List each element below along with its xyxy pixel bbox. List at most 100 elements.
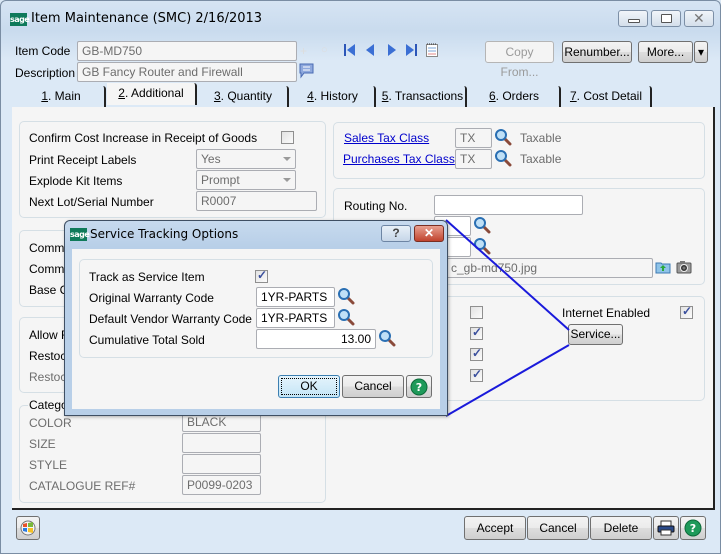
windows-start-button[interactable] — [16, 516, 40, 540]
sales-tax-class-link[interactable]: Sales Tax Class — [344, 131, 429, 145]
tab-history-label: . History — [313, 89, 358, 103]
more-dropdown-button[interactable]: ▾ — [694, 41, 708, 63]
folder-icon — [655, 262, 671, 274]
next-record-icon — [388, 44, 396, 56]
last-record-button[interactable] — [406, 44, 418, 59]
first-record-button[interactable] — [344, 44, 356, 59]
next-record-button[interactable] — [388, 44, 398, 59]
option-checkbox-3[interactable] — [470, 346, 483, 361]
tab-quantity[interactable]: 3. Quantity — [199, 86, 289, 108]
original-warranty-lookup-icon[interactable] — [337, 287, 355, 305]
lookup-icon[interactable] — [473, 237, 491, 255]
print-labels-select[interactable]: Yes — [196, 149, 296, 169]
maximize-button[interactable] — [651, 10, 681, 27]
first-record-icon — [344, 44, 355, 56]
tab-history[interactable]: 4. History — [291, 86, 376, 108]
memo-icon — [299, 63, 314, 79]
original-warranty-input[interactable]: 1YR-PARTS — [256, 287, 335, 307]
cancel-button[interactable]: Cancel — [527, 516, 589, 540]
title-bar[interactable]: sage Item Maintenance (SMC) 2/16/2013 ✕ — [1, 1, 720, 35]
sales-tax-lookup-icon[interactable] — [494, 128, 512, 146]
dialog-help-button[interactable]: ? — [381, 225, 411, 242]
image-file-input[interactable]: c_gb-md750.jpg — [434, 258, 653, 278]
purchases-tax-class-link[interactable]: Purchases Tax Class — [343, 152, 455, 166]
tab-main-label: . Main — [48, 89, 81, 103]
cumulative-sold-label: Cumulative Total Sold — [89, 333, 205, 347]
minimize-icon — [628, 19, 640, 23]
tab-additional-label: . Additional — [124, 86, 184, 100]
category-color-label: COLOR — [29, 416, 72, 430]
svg-text:?: ? — [416, 381, 422, 394]
purchases-tax-lookup-icon[interactable] — [494, 149, 512, 167]
renumber-button[interactable]: Renumber... — [562, 41, 632, 63]
browse-folder-button[interactable] — [655, 260, 671, 277]
explode-kit-label: Explode Kit Items — [29, 174, 123, 188]
service-button[interactable]: Service... — [568, 324, 623, 345]
chevron-down-icon — [283, 157, 291, 161]
internet-enabled-checkbox[interactable] — [680, 304, 693, 319]
dialog-body: Track as Service Item Original Warranty … — [72, 249, 440, 409]
camera-button[interactable] — [676, 260, 692, 277]
ok-label: OK — [300, 379, 318, 393]
help-button[interactable]: ? — [680, 516, 706, 540]
routing-no-input[interactable] — [434, 195, 583, 215]
cumulative-sold-lookup-icon[interactable] — [378, 329, 396, 347]
print-button[interactable] — [653, 516, 679, 540]
option-checkbox-2[interactable] — [470, 325, 483, 340]
help-icon: ? — [684, 519, 702, 537]
sales-tax-description: Taxable — [520, 131, 562, 145]
sales-tax-class-input[interactable]: TX — [455, 128, 492, 148]
track-service-label: Track as Service Item — [89, 270, 205, 284]
copy-from-button[interactable]: Copy From... — [485, 41, 554, 79]
print-labels-label: Print Receipt Labels — [29, 153, 137, 167]
delete-button[interactable]: Delete — [590, 516, 652, 540]
explode-kit-select[interactable]: Prompt — [196, 170, 296, 190]
dialog-cancel-button[interactable]: Cancel — [342, 375, 404, 398]
tab-orders-key: 6 — [488, 89, 496, 103]
tab-history-key: 4 — [307, 89, 314, 103]
memo-button[interactable] — [299, 63, 314, 82]
add-icon[interactable]: + — [300, 44, 307, 58]
notepad-button[interactable] — [426, 43, 438, 60]
tab-orders-label: . Orders — [495, 89, 540, 103]
category-catalogue-input[interactable]: P0099-0203 — [182, 475, 261, 495]
category-style-label: STYLE — [29, 458, 68, 472]
close-window-button[interactable]: ✕ — [684, 10, 714, 27]
window-title: Item Maintenance (SMC) 2/16/2013 — [31, 11, 263, 26]
purchases-tax-class-input[interactable]: TX — [455, 149, 492, 169]
previous-record-button[interactable] — [366, 44, 376, 59]
dialog-close-button[interactable]: ✕ — [414, 225, 444, 242]
track-service-checkbox[interactable] — [255, 268, 268, 283]
accept-button[interactable]: Accept — [464, 516, 526, 540]
tab-transactions[interactable]: 5. Transactions — [380, 86, 467, 108]
option-checkbox-4[interactable] — [470, 367, 483, 382]
dialog-ok-button[interactable]: OK — [278, 375, 340, 398]
sage-logo-icon: sage — [10, 13, 30, 26]
next-lot-label: Next Lot/Serial Number — [29, 195, 154, 209]
internet-enabled-label: Internet Enabled — [562, 306, 651, 320]
tab-orders[interactable]: 6. Orders — [469, 86, 561, 108]
routing-no-label: Routing No. — [344, 199, 408, 213]
more-button[interactable]: More... — [638, 41, 693, 63]
option-checkbox-1[interactable] — [470, 306, 483, 319]
tab-additional[interactable]: 2. Additional — [107, 83, 197, 105]
vendor-warranty-lookup-icon[interactable] — [337, 308, 355, 326]
tab-main[interactable]: 1. Main — [18, 86, 106, 108]
category-style-input[interactable] — [182, 454, 261, 474]
previous-record-icon — [366, 44, 374, 56]
confirm-cost-checkbox[interactable] — [281, 131, 294, 144]
tab-cost-detail[interactable]: 7. Cost Detail — [562, 86, 652, 108]
refresh-icon[interactable]: ○ — [321, 44, 328, 56]
item-code-input[interactable]: GB-MD750 — [77, 41, 297, 61]
vendor-warranty-input[interactable]: 1YR-PARTS — [256, 308, 335, 328]
category-size-input[interactable] — [182, 433, 261, 453]
windows-logo-icon — [20, 520, 36, 536]
original-warranty-label: Original Warranty Code — [89, 291, 214, 305]
tab-quantity-label: . Quantity — [220, 89, 273, 103]
lookup-icon[interactable] — [473, 216, 491, 234]
cumulative-sold-input[interactable]: 13.00 — [256, 329, 376, 349]
description-input[interactable]: GB Fancy Router and Firewall — [77, 62, 297, 82]
minimize-button[interactable] — [618, 10, 648, 27]
dialog-help-icon-button[interactable]: ? — [406, 375, 432, 398]
next-lot-input[interactable]: R0007 — [196, 191, 317, 211]
